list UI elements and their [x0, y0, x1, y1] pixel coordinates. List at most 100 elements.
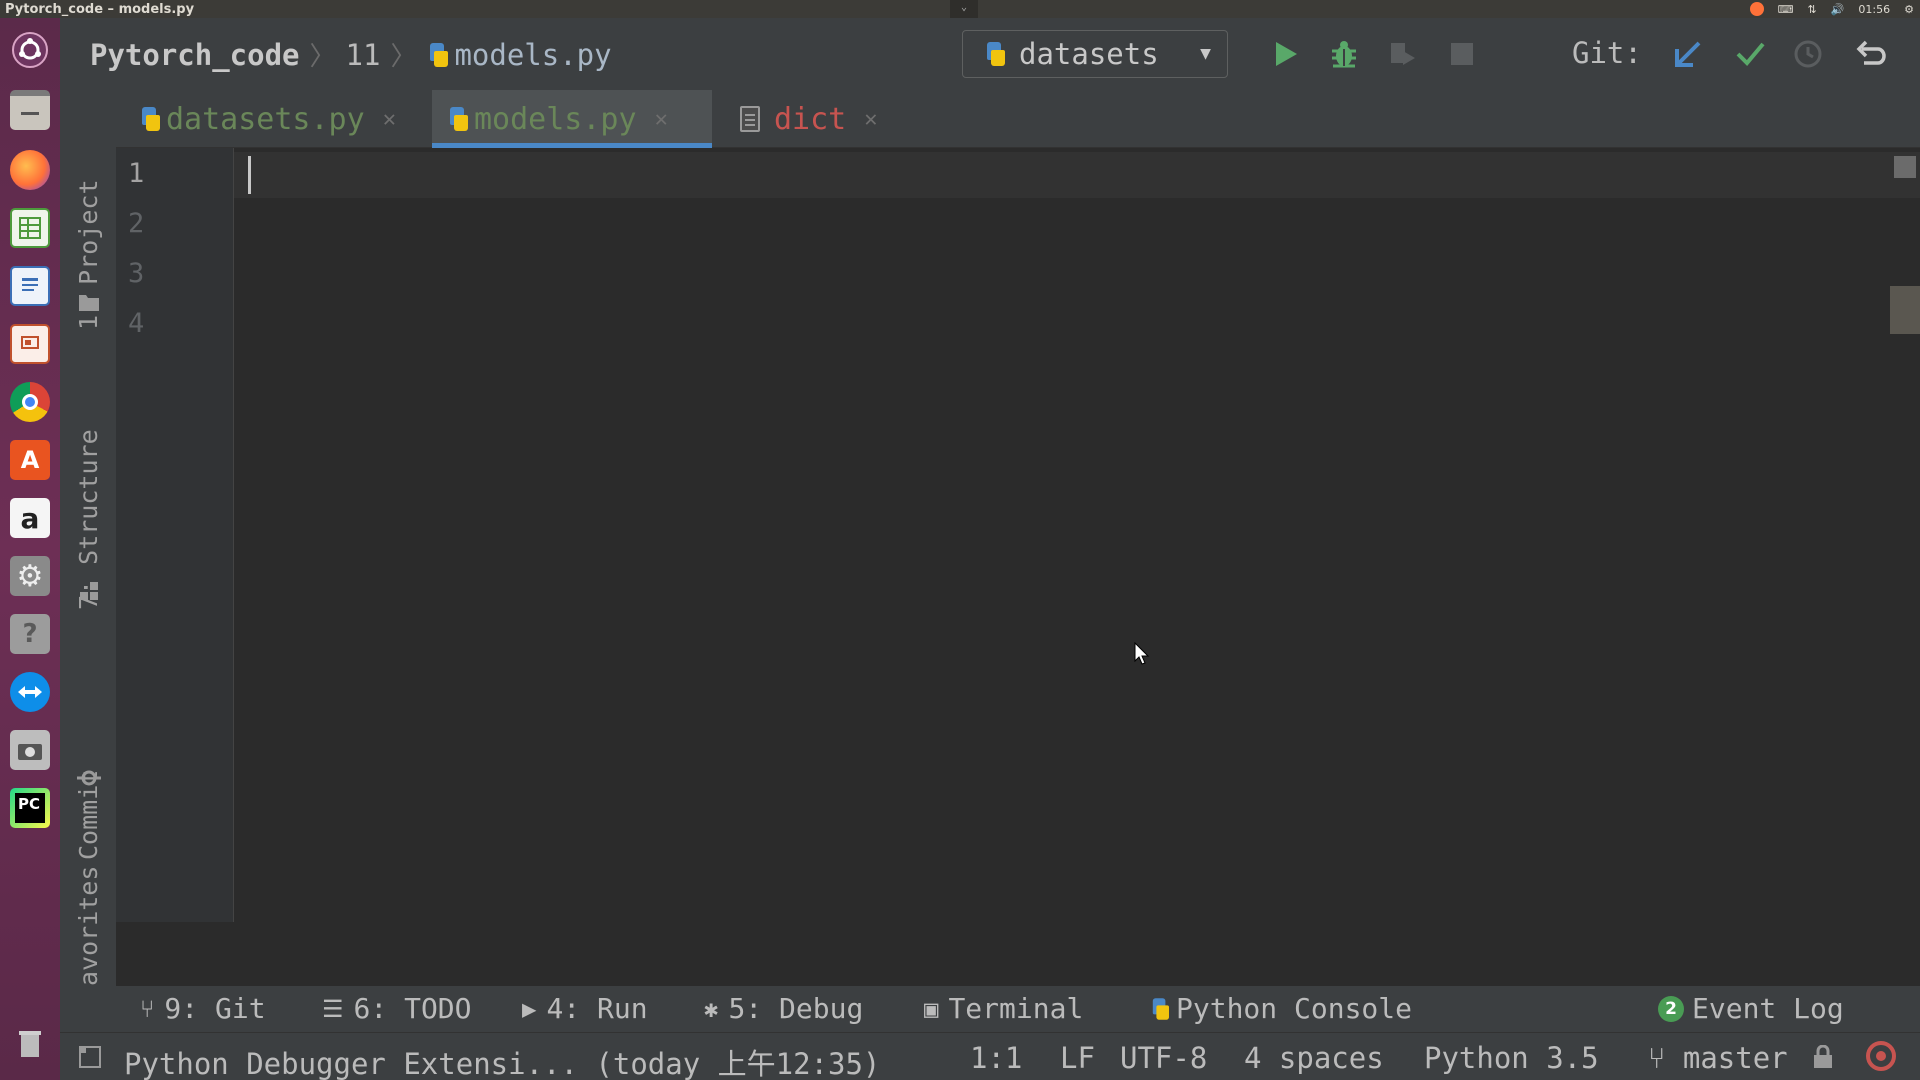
commit-tool-window-tab[interactable]: Commit — [60, 660, 116, 860]
bottom-tool-window-bar: ⑂ 9: Git ☰ 6: TODO ▶ 4: Run ✱ 5: Debug ▣… — [60, 986, 1920, 1032]
run-configuration-dropdown[interactable]: datasets ▼ — [962, 30, 1228, 78]
debug-button[interactable] — [1328, 38, 1360, 70]
firefox-tray-icon[interactable] — [1749, 2, 1764, 16]
python-interpreter[interactable]: Python 3.5 — [1424, 1041, 1599, 1075]
chevron-down-icon[interactable]: ⌄ — [950, 0, 978, 18]
mouse-pointer-icon — [1134, 642, 1150, 665]
checkmark-icon — [1736, 42, 1765, 66]
tab-label: datasets.py — [166, 101, 365, 137]
firefox-icon[interactable] — [8, 148, 52, 192]
breadcrumb-file[interactable]: models.py — [454, 38, 611, 72]
todo-tool-window-button[interactable]: ☰ 6: TODO — [322, 992, 472, 1025]
close-icon[interactable]: ✕ — [383, 107, 396, 132]
run-configuration-name: datasets — [1019, 37, 1159, 71]
run-button[interactable] — [1270, 38, 1302, 70]
keyboard-icon[interactable]: ⌨ — [1778, 3, 1794, 16]
run-with-coverage-button[interactable] — [1386, 38, 1418, 70]
tab-dict[interactable]: dict ✕ — [726, 90, 892, 148]
editor-bottom-spacer — [116, 922, 1920, 988]
screenshot-icon[interactable] — [8, 728, 52, 772]
amazon-icon[interactable]: a — [8, 496, 52, 540]
python-file-icon — [426, 42, 450, 67]
memory-indicator-icon[interactable] — [1864, 1039, 1898, 1077]
terminal-tool-label: Terminal — [948, 992, 1084, 1025]
git-rollback-button[interactable] — [1854, 38, 1886, 70]
git-branch-widget[interactable]: ⑂ master — [1648, 1041, 1788, 1075]
line-separator[interactable]: LF — [1060, 1041, 1095, 1075]
play-icon: ▶ — [522, 994, 537, 1023]
dropdown-arrow-icon: ▼ — [1200, 43, 1211, 64]
status-message[interactable]: Python Debugger Extensi... (today 上午12:3… — [124, 1041, 880, 1080]
spreadsheet-icon[interactable] — [8, 206, 52, 250]
breadcrumb-folder[interactable]: 11 — [346, 38, 381, 72]
event-count-badge: 2 — [1658, 995, 1684, 1022]
text-caret — [248, 156, 251, 194]
volume-icon[interactable]: 🔊 — [1831, 3, 1845, 16]
tab-models[interactable]: models.py ✕ — [432, 90, 712, 148]
debug-tool-label: 5: Debug — [728, 992, 864, 1025]
debug-tool-window-button[interactable]: ✱ 5: Debug — [704, 992, 863, 1025]
software-center-icon[interactable]: A — [8, 438, 52, 482]
ubuntu-logo-icon[interactable] — [8, 28, 52, 72]
event-log-tool-window-button[interactable]: 2 Event Log — [1658, 992, 1844, 1025]
inspection-status-marker[interactable] — [1894, 156, 1916, 178]
file-encoding[interactable]: UTF-8 — [1120, 1041, 1207, 1075]
git-commit-button[interactable] — [1734, 38, 1766, 70]
python-file-icon — [138, 107, 162, 131]
presentation-icon[interactable] — [8, 322, 52, 366]
system-top-bar: Pytorch_code – models.py ⌄ ⌨ ⇅ 🔊 01:56 ⚙ — [0, 0, 1920, 18]
tab-label: models.py — [474, 101, 637, 137]
run-tool-window-button[interactable]: ▶ 4: Run — [522, 992, 648, 1025]
stop-button[interactable] — [1446, 38, 1478, 70]
indentation[interactable]: 4 spaces — [1244, 1041, 1384, 1075]
git-tool-window-button[interactable]: ⑂ 9: Git — [140, 992, 266, 1025]
code-editor[interactable] — [234, 148, 1920, 922]
left-tool-window-strip: 1: Project 7: Structure Commit avorites — [60, 90, 116, 988]
branch-icon: ⑂ — [1648, 1041, 1683, 1075]
line-number: 3 — [128, 258, 145, 289]
help-icon[interactable]: ? — [8, 612, 52, 656]
trash-icon[interactable] — [8, 1020, 52, 1064]
python-console-tool-window-button[interactable]: Python Console — [1148, 992, 1412, 1025]
favorites-tool-window-tab[interactable]: avorites — [60, 836, 116, 986]
teamviewer-icon[interactable] — [8, 670, 52, 714]
commit-tab-label: Commit — [73, 769, 103, 860]
run-tool-label: 4: Run — [546, 992, 648, 1025]
files-icon[interactable] — [8, 88, 52, 132]
network-icon[interactable]: ⇅ — [1808, 3, 1817, 16]
event-log-label: Event Log — [1692, 992, 1844, 1025]
git-update-button[interactable] — [1672, 38, 1704, 70]
text-document-icon[interactable] — [8, 264, 52, 308]
tab-datasets[interactable]: datasets.py ✕ — [124, 90, 410, 148]
line-number: 1 — [128, 158, 145, 189]
status-bar: Python Debugger Extensi... (today 上午12:3… — [60, 1032, 1920, 1080]
lock-icon[interactable] — [1812, 1044, 1834, 1073]
terminal-tool-window-button[interactable]: ▣ Terminal — [924, 992, 1083, 1025]
chrome-icon[interactable] — [8, 380, 52, 424]
pycharm-icon[interactable]: PC — [8, 786, 52, 830]
clock-icon — [1794, 40, 1822, 68]
close-icon[interactable]: ✕ — [864, 107, 877, 132]
commit-icon — [77, 766, 101, 794]
git-history-button[interactable] — [1792, 38, 1824, 70]
python-console-label: Python Console — [1176, 992, 1413, 1025]
undo-icon — [1856, 40, 1886, 65]
arrow-down-left-icon — [1675, 41, 1701, 67]
breadcrumb-project[interactable]: Pytorch_code — [90, 38, 300, 72]
list-icon: ☰ — [322, 994, 344, 1023]
breadcrumb: Pytorch_code 〉 11 〉 models.py — [90, 36, 612, 73]
git-branch: master — [1682, 1041, 1788, 1075]
settings-icon[interactable]: ⚙ — [8, 554, 52, 598]
caret-position[interactable]: 1:1 — [970, 1041, 1022, 1075]
scrollbar-thumb[interactable] — [1890, 286, 1920, 334]
gear-icon[interactable]: ⚙ — [1904, 3, 1914, 16]
git-tool-label: 9: Git — [164, 992, 266, 1025]
text-file-icon — [740, 106, 760, 132]
tool-windows-toggle-icon[interactable] — [78, 1045, 102, 1073]
launcher: A a ⚙ ? PC — [0, 18, 60, 1080]
clock[interactable]: 01:56 — [1858, 3, 1890, 16]
close-icon[interactable]: ✕ — [655, 107, 668, 132]
structure-icon — [78, 580, 100, 606]
python-icon — [983, 42, 1007, 66]
structure-tool-window-tab[interactable]: 7: Structure — [60, 370, 116, 610]
